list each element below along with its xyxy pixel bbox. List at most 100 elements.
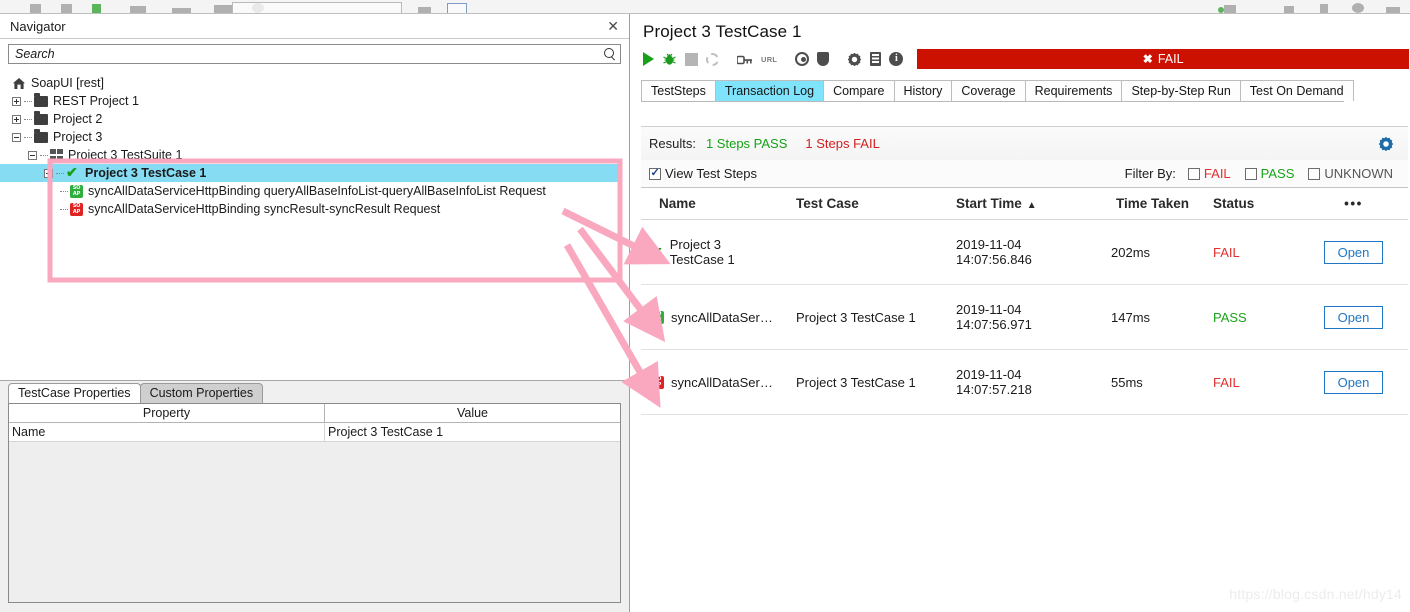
column-header-value[interactable]: Value <box>325 404 620 422</box>
open-button[interactable]: Open <box>1323 370 1384 394</box>
tab-requirements[interactable]: Requirements <box>1024 80 1123 101</box>
settings-gear-icon[interactable] <box>1378 136 1394 152</box>
column-header-more[interactable]: ••• <box>1299 196 1408 211</box>
toolbar-ghost-run-icon[interactable] <box>92 4 101 13</box>
toolbar-ghost-icon[interactable] <box>1284 6 1294 13</box>
debug-bug-icon[interactable] <box>662 52 677 66</box>
filter-group: Filter By: FAIL PASS UNKNOWN <box>1125 166 1407 181</box>
toolbar-ghost-icon[interactable] <box>172 8 191 13</box>
tree-item-rest-project-1[interactable]: REST Project 1 <box>12 92 619 110</box>
search-input[interactable] <box>13 46 604 62</box>
tree-connector <box>24 100 32 102</box>
main-toolbar-strip[interactable] <box>0 0 1410 14</box>
properties-table-row[interactable]: Name Project 3 TestCase 1 <box>9 423 620 442</box>
tree-item-teststep-sync[interactable]: SO AP syncAllDataServiceHttpBinding syncR… <box>12 200 619 218</box>
status-text: FAIL <box>1157 52 1184 66</box>
properties-table[interactable]: Property Value Name Project 3 TestCase 1 <box>8 403 621 603</box>
tab-teststeps[interactable]: TestSteps <box>641 80 716 101</box>
checkbox-icon[interactable] <box>649 166 661 180</box>
stop-icon[interactable] <box>685 52 698 66</box>
tab-compare[interactable]: Compare <box>823 80 895 101</box>
view-test-steps-checkbox[interactable]: View Test Steps <box>649 166 757 181</box>
key-icon[interactable] <box>736 54 753 65</box>
table-row[interactable]: SO AP syncAllDataSer… Project 3 TestCase … <box>641 350 1408 415</box>
soap-request-red-icon: SO AP <box>651 375 664 389</box>
checkbox-icon[interactable] <box>1244 167 1257 180</box>
table-row[interactable]: SO AP syncAllDataSer… Project 3 TestCase … <box>641 285 1408 350</box>
tab-step-by-step-run[interactable]: Step-by-Step Run <box>1121 80 1241 101</box>
filter-unknown-checkbox[interactable]: UNKNOWN <box>1308 166 1393 181</box>
log-list-icon[interactable] <box>870 52 882 66</box>
tab-coverage[interactable]: Coverage <box>951 80 1026 101</box>
property-value-cell[interactable]: Project 3 TestCase 1 <box>325 423 620 441</box>
folder-icon <box>34 111 48 125</box>
checkbox-icon[interactable] <box>1187 167 1200 180</box>
project-tree[interactable]: SoapUI [rest] REST Project 1 Project 2 P… <box>0 66 619 386</box>
collapse-minus-icon[interactable] <box>28 150 37 160</box>
filter-pass-checkbox[interactable]: PASS <box>1244 166 1294 181</box>
toolbar-ghost-icon[interactable] <box>418 7 431 13</box>
column-header-test-case[interactable]: Test Case <box>796 196 956 211</box>
tab-custom-properties[interactable]: Custom Properties <box>139 383 264 403</box>
row-timetaken-cell: 147ms <box>1111 309 1151 325</box>
tree-item-project-3[interactable]: Project 3 <box>12 128 619 146</box>
editor-tabbar[interactable]: TestSteps Transaction Log Compare Histor… <box>641 80 1354 102</box>
tree-item-testcase-1[interactable]: ✔ Project 3 TestCase 1 <box>12 164 619 182</box>
collapse-minus-icon[interactable] <box>12 132 21 142</box>
column-header-start-time[interactable]: Start Time ▲ <box>956 196 1101 211</box>
row-action-cell: Open <box>1299 240 1408 264</box>
checkbox-icon[interactable] <box>1308 167 1321 180</box>
tree-item-soapui-root[interactable]: SoapUI [rest] <box>12 74 619 92</box>
options-gear-icon[interactable] <box>847 52 862 67</box>
row-starttime-cell: 2019-11-04 14:07:56.971 <box>956 302 1032 332</box>
toolbar-ghost-icon[interactable] <box>1352 3 1364 13</box>
row-status-cell: PASS <box>1213 309 1247 325</box>
tree-item-teststep-query[interactable]: SO AP syncAllDataServiceHttpBinding query… <box>12 182 619 200</box>
filter-fail-checkbox[interactable]: FAIL <box>1187 166 1231 181</box>
expand-plus-icon[interactable] <box>12 96 21 106</box>
properties-tabbar[interactable]: TestCase Properties Custom Properties <box>0 381 629 403</box>
toolbar-ghost-icon[interactable] <box>214 5 232 13</box>
run-icon[interactable] <box>643 52 654 66</box>
testsuite-icon <box>50 148 63 162</box>
column-header-property[interactable]: Property <box>9 404 325 422</box>
tree-item-label: syncAllDataServiceHttpBinding queryAllBa… <box>88 184 546 198</box>
toolbar-ghost-icon[interactable] <box>1320 4 1328 13</box>
expand-plus-icon[interactable] <box>12 114 21 124</box>
row-name-cell: SO AP syncAllDataSer… <box>641 310 796 325</box>
column-header-name[interactable]: Name <box>641 196 796 211</box>
loop-icon[interactable] <box>706 52 719 66</box>
open-button[interactable]: Open <box>1323 305 1384 329</box>
toolbar-ghost-icon[interactable] <box>1386 7 1400 13</box>
row-action-cell: Open <box>1299 305 1408 329</box>
column-header-time-taken[interactable]: Time Taken <box>1101 196 1213 211</box>
row-action-cell: Open <box>1299 370 1408 394</box>
toolbar-ghost-button[interactable] <box>447 3 467 13</box>
property-name-cell[interactable]: Name <box>9 423 325 441</box>
close-icon[interactable]: ✕ <box>607 19 619 33</box>
tree-item-project-2[interactable]: Project 2 <box>12 110 619 128</box>
tab-history[interactable]: History <box>893 80 953 101</box>
open-button[interactable]: Open <box>1323 240 1384 264</box>
results-label: Results: <box>649 136 696 151</box>
table-row[interactable]: ✔ Project 3 TestCase 1 2019-11-04 14:07:… <box>641 220 1408 285</box>
tab-transaction-log[interactable]: Transaction Log <box>714 80 825 101</box>
column-header-status[interactable]: Status <box>1213 196 1299 211</box>
testcase-toolbar[interactable]: URL i ✖ FAIL <box>631 46 1410 72</box>
toolbar-ghost-icon[interactable] <box>1224 5 1236 13</box>
tree-item-testsuite-1[interactable]: Project 3 TestSuite 1 <box>12 146 619 164</box>
navigator-search[interactable] <box>8 44 621 64</box>
tab-test-on-demand[interactable]: Test On Demand <box>1239 80 1354 101</box>
tab-testcase-properties[interactable]: TestCase Properties <box>8 383 141 403</box>
toolbar-ghost-icon[interactable] <box>61 4 72 13</box>
properties-table-header: Property Value <box>9 404 620 423</box>
url-icon[interactable]: URL <box>761 55 777 64</box>
info-icon[interactable]: i <box>889 52 904 66</box>
target-icon[interactable] <box>795 52 810 66</box>
toolbar-ghost-icon[interactable] <box>30 4 41 13</box>
collapse-minus-icon[interactable] <box>44 168 53 178</box>
shield-icon[interactable] <box>817 52 830 66</box>
toolbar-ghost-icon[interactable] <box>130 6 146 13</box>
toolbar-ghost-combobox[interactable] <box>232 2 402 13</box>
tree-connector <box>60 208 68 210</box>
